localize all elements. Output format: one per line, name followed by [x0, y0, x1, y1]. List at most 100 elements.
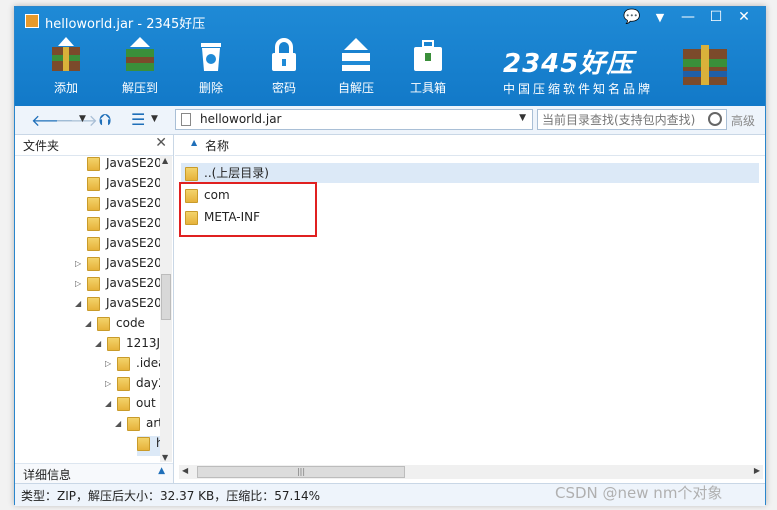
extract-to-icon [122, 37, 158, 73]
app-window: helloworld.jar - 2345好压 💬 ▼ — ☐ ✕ 添加 解压到… [14, 6, 766, 506]
tree-item[interactable]: JavaSE2019 [87, 156, 160, 176]
minimize-button[interactable]: — [675, 9, 701, 25]
tree-expander-icon[interactable]: ▷ [75, 259, 85, 268]
view-mode-icon[interactable]: ☰ [131, 110, 145, 129]
search-icon[interactable] [708, 112, 722, 126]
details-label: 详细信息 [23, 468, 72, 482]
folder-icon [117, 376, 130, 391]
tree-item-label: code [116, 316, 145, 330]
scroll-right-icon[interactable]: ▶ [754, 466, 760, 475]
folder-icon [87, 176, 100, 191]
tree-item-label: 1213Java [126, 336, 160, 350]
address-bar: 🡐 🡒 ▼ ⮉ ☰ ▼ helloworld.jar ▼ 高级 [15, 106, 765, 135]
file-list-hscrollbar[interactable]: ◀ ||| ▶ [179, 465, 763, 479]
collapse-up-icon[interactable]: ▲ [158, 466, 165, 476]
self-extract-button[interactable]: 自解压 [329, 37, 383, 96]
tree-item[interactable]: ◢ 1213Java [95, 336, 160, 356]
brand-slogan: 中国压缩软件知名品牌 [503, 82, 654, 96]
folder-icon [87, 196, 100, 211]
brand: 2345好压 中国压缩软件知名品牌 [503, 43, 653, 97]
tree-item-label: artifacts [146, 416, 160, 430]
tree-expander-icon[interactable]: ▷ [105, 379, 115, 388]
folder-icon [87, 256, 100, 271]
tree-item[interactable]: ▷ day25 [105, 376, 160, 396]
tree-item[interactable]: ◢ artifacts [115, 416, 160, 436]
password-button[interactable]: 密码 [257, 37, 311, 96]
brand-archive-icon [681, 41, 729, 87]
folder-panel-header: 文件夹 ✕ [15, 135, 173, 156]
sort-ascending-icon: ▲ [191, 138, 198, 147]
jar-file-icon [181, 113, 191, 126]
tree-item[interactable]: ◢ code [85, 316, 145, 336]
tree-item-label: out [136, 396, 156, 410]
add-button[interactable]: 添加 [39, 37, 93, 96]
feedback-icon[interactable]: 💬 [619, 9, 645, 25]
tree-item[interactable]: helloworld [137, 436, 160, 456]
tree-item-label: JavaSE2019 [106, 196, 160, 210]
advanced-search-link[interactable]: 高级 [731, 112, 755, 129]
tree-item[interactable]: JavaSE2019 [87, 196, 160, 216]
extract-to-button[interactable]: 解压到 [113, 37, 167, 96]
tree-item-label: day25 [136, 376, 160, 390]
path-dropdown-icon[interactable]: ▼ [519, 113, 526, 123]
tree-item[interactable]: JavaSE2019 [87, 236, 160, 256]
tree-item[interactable]: JavaSE2019 [87, 176, 160, 196]
search-box[interactable] [537, 109, 727, 130]
delete-icon [193, 37, 229, 73]
tree-expander-icon[interactable]: ▷ [105, 359, 115, 368]
tree-expander-icon[interactable]: ◢ [85, 319, 95, 328]
view-dropdown-icon[interactable]: ▼ [151, 114, 158, 124]
path-field[interactable]: helloworld.jar ▼ [175, 109, 533, 130]
name-column-label: 名称 [205, 139, 230, 153]
tree-item[interactable]: JavaSE2019 [87, 216, 160, 236]
close-button[interactable]: ✕ [731, 9, 757, 25]
tree-expander-icon[interactable]: ◢ [105, 399, 115, 408]
tree-scrollbar[interactable]: ▲ ▼ [160, 156, 172, 462]
folder-icon [117, 396, 130, 411]
hscroll-thumb[interactable]: ||| [197, 466, 405, 478]
brand-logo: 2345好压 [503, 49, 634, 79]
tree-item-label: .idea [136, 356, 160, 370]
file-list-panel: ▲ 名称 ..(上层目录) com META-INF ◀ ||| ▶ [175, 135, 765, 483]
name-column-header[interactable]: ▲ 名称 [175, 135, 765, 156]
delete-button[interactable]: 删除 [184, 37, 238, 96]
tree-expander-icon[interactable]: ◢ [115, 419, 125, 428]
self-extract-icon [338, 37, 374, 73]
tree-expander-icon[interactable]: ◢ [75, 299, 85, 308]
highlight-annotation-box [179, 182, 317, 237]
folder-icon [185, 166, 198, 181]
tree-item[interactable]: ◢ JavaSE2019 [75, 296, 160, 316]
menu-dropdown-icon[interactable]: ▼ [647, 11, 673, 24]
up-folder-icon[interactable]: ⮉ [99, 110, 111, 130]
folder-tree: JavaSE2019 JavaSE2019 JavaSE2019 JavaSE2019… [15, 156, 160, 462]
tree-item[interactable]: ▷ JavaSE2019 [75, 276, 160, 296]
tree-scroll-thumb[interactable] [161, 274, 171, 320]
forward-arrow-icon[interactable]: 🡒 [55, 110, 98, 130]
maximize-button[interactable]: ☐ [703, 9, 729, 25]
watermark: CSDN @new nm个对象 [555, 484, 723, 502]
tree-item[interactable]: ▷ JavaSE2019 [75, 256, 160, 276]
tree-item[interactable]: ▷ .idea [105, 356, 160, 376]
tree-expander-icon[interactable]: ◢ [95, 339, 105, 348]
extract-to-label: 解压到 [121, 81, 158, 95]
file-row-parent[interactable]: ..(上层目录) [181, 163, 759, 183]
folder-icon [107, 336, 120, 351]
search-input[interactable] [538, 110, 704, 130]
scroll-up-icon[interactable]: ▲ [162, 156, 168, 165]
tree-item-label: JavaSE2019 [106, 296, 160, 310]
delete-label: 删除 [198, 81, 223, 95]
scroll-down-icon[interactable]: ▼ [162, 453, 168, 462]
folder-icon [87, 216, 100, 231]
tree-item[interactable]: ◢ out [105, 396, 156, 416]
scroll-left-icon[interactable]: ◀ [182, 466, 188, 475]
history-dropdown-icon[interactable]: ▼ [79, 114, 86, 124]
tree-item-label: JavaSE2019 [106, 156, 160, 170]
folder-icon [87, 156, 100, 171]
toolbox-button[interactable]: 工具箱 [401, 37, 455, 96]
folder-icon [127, 416, 140, 431]
close-icon[interactable]: ✕ [155, 135, 167, 151]
tree-expander-icon[interactable]: ▷ [75, 279, 85, 288]
password-label: 密码 [271, 81, 296, 95]
details-panel-header[interactable]: 详细信息 ▲ [15, 463, 173, 484]
folder-icon [87, 276, 100, 291]
